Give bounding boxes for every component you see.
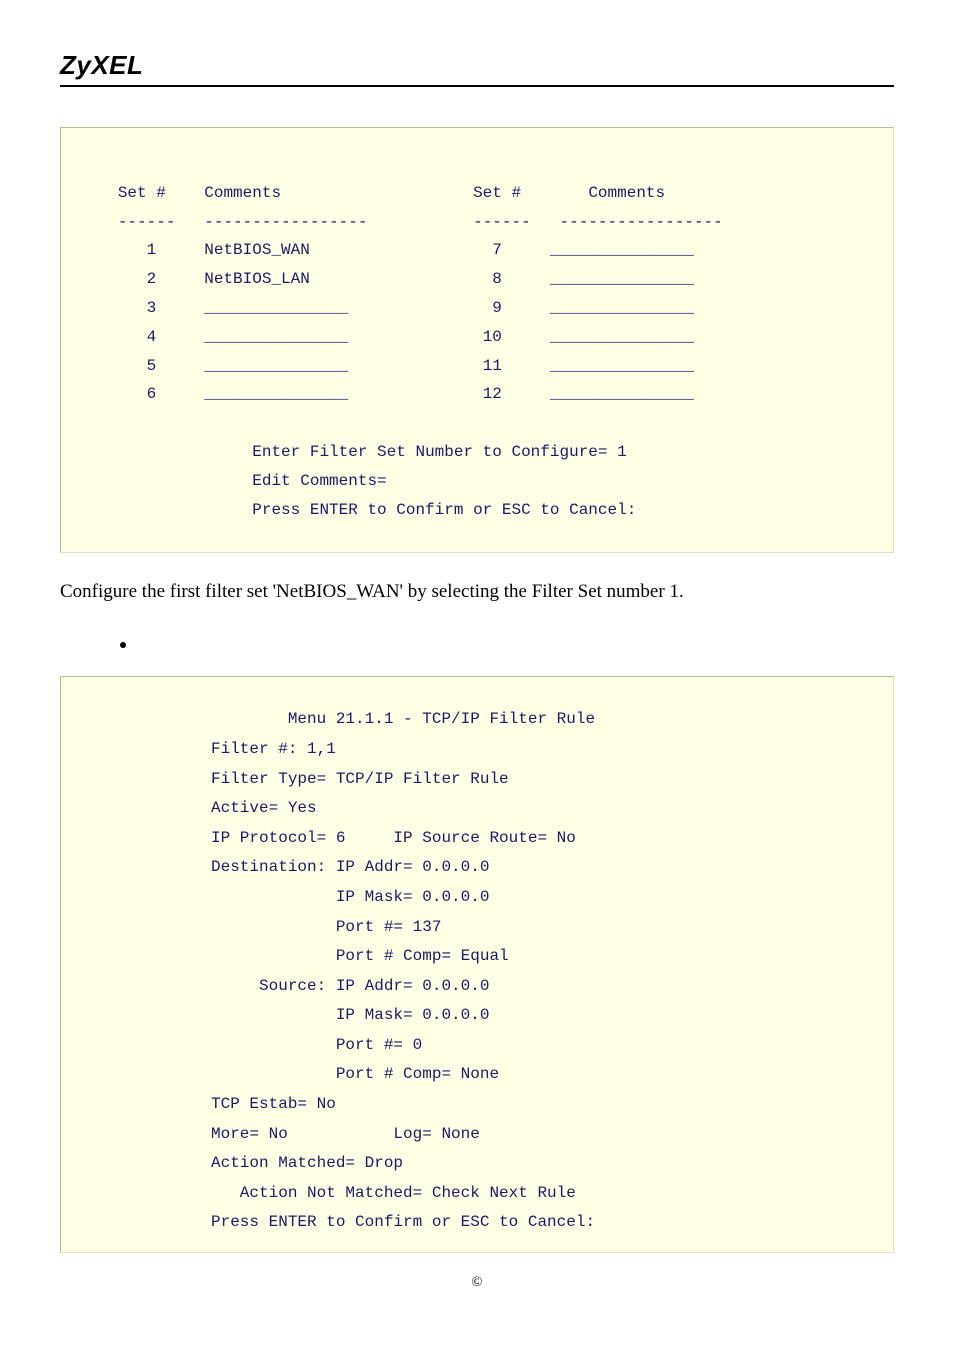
- col-comments-header-r: Comments: [588, 184, 665, 202]
- table-row: 3 _______________ 9 _______________: [89, 299, 694, 317]
- bullet-icon: [120, 642, 126, 648]
- table-row: 6 _______________ 12 _______________: [89, 385, 694, 403]
- rule-line: IP Mask= 0.0.0.0: [211, 888, 489, 906]
- rule-line: TCP Estab= No: [211, 1095, 336, 1113]
- rule-line: Port # Comp= None: [211, 1065, 499, 1083]
- bullet-line: [60, 633, 894, 654]
- filter-set-terminal: Set # Comments Set # Comments ------ ---…: [60, 127, 894, 553]
- header: ZyXEL: [60, 50, 894, 87]
- table-row: 5 _______________ 11 _______________: [89, 357, 694, 375]
- rule-line: Destination: IP Addr= 0.0.0.0: [211, 858, 489, 876]
- rule-line: Port # Comp= Equal: [211, 947, 509, 965]
- rule-line: Port #= 0: [211, 1036, 422, 1054]
- prompt-edit-comments: Edit Comments=: [89, 472, 387, 490]
- rule-line: Press ENTER to Confirm or ESC to Cancel:: [211, 1213, 595, 1231]
- col-comments-header-l: Comments: [204, 184, 281, 202]
- rule-line: More= No Log= None: [211, 1125, 480, 1143]
- prompt-confirm: Press ENTER to Confirm or ESC to Cancel:: [89, 501, 636, 519]
- brand-logo: ZyXEL: [60, 50, 143, 80]
- table-row: 1 NetBIOS_WAN 7 _______________: [89, 241, 694, 259]
- rule-line: Active= Yes: [211, 799, 317, 817]
- menu-title: Menu 21.1.1 - TCP/IP Filter Rule: [211, 710, 595, 728]
- table-row: 2 NetBIOS_LAN 8 _______________: [89, 270, 694, 288]
- prompt-configure: Enter Filter Set Number to Configure= 1: [89, 443, 627, 461]
- rule-line: Filter Type= TCP/IP Filter Rule: [211, 770, 509, 788]
- rule-line: Port #= 137: [211, 918, 441, 936]
- rule-line: Action Not Matched= Check Next Rule: [211, 1184, 576, 1202]
- col-set-header-r: Set #: [473, 184, 521, 202]
- narrative-text: Configure the first filter set 'NetBIOS_…: [60, 581, 894, 603]
- filter-rule-terminal: Menu 21.1.1 - TCP/IP Filter Rule Filter …: [60, 676, 894, 1253]
- table-dashes-row: ------ ----------------- ------ --------…: [89, 213, 723, 231]
- col-set-header-l: Set #: [118, 184, 166, 202]
- rule-line: Action Matched= Drop: [211, 1154, 403, 1172]
- page: ZyXEL Set # Comments Set # Comments ----…: [0, 0, 954, 1321]
- page-footer: ©: [60, 1275, 894, 1291]
- table-header-row: Set # Comments Set # Comments: [89, 184, 665, 202]
- rule-line: Filter #: 1,1: [211, 740, 336, 758]
- table-row: 4 _______________ 10 _______________: [89, 328, 694, 346]
- rule-line: IP Protocol= 6 IP Source Route= No: [211, 829, 576, 847]
- rule-line: IP Mask= 0.0.0.0: [211, 1006, 489, 1024]
- rule-line: Source: IP Addr= 0.0.0.0: [211, 977, 489, 995]
